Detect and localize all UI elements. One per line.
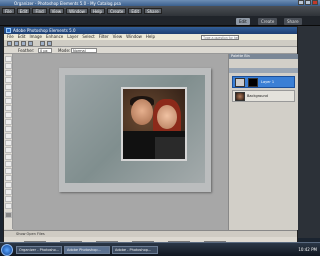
layer-thumbnail <box>235 92 245 101</box>
magic-wand-tool-icon[interactable] <box>5 98 12 104</box>
close-button[interactable] <box>312 0 318 5</box>
options-bar: Feather: 0 px Mode: Normal <box>4 47 297 54</box>
undo-icon[interactable] <box>40 41 45 46</box>
window-controls <box>298 0 318 5</box>
red-eye-tool-icon[interactable] <box>5 133 12 139</box>
document-canvas[interactable] <box>59 68 211 192</box>
toolbox <box>4 54 13 229</box>
hand-tool-icon[interactable] <box>5 70 12 76</box>
app-icon <box>6 28 11 33</box>
toolbar-window[interactable]: Window <box>66 8 88 14</box>
tab-create[interactable]: Create <box>258 18 278 25</box>
start-button[interactable] <box>1 244 13 256</box>
mode-label: Mode: <box>58 48 71 53</box>
paint-bucket-icon[interactable] <box>5 175 12 181</box>
blur-tool-icon[interactable] <box>5 196 12 202</box>
open-icon[interactable] <box>14 41 19 46</box>
toolbar-create[interactable]: Create <box>107 8 127 14</box>
canvas-area[interactable] <box>13 54 228 230</box>
crop-tool-icon[interactable] <box>5 119 12 125</box>
mode-select[interactable]: Normal <box>71 48 97 53</box>
desktop: Organizer - Photoshop Elements 5.0 - My … <box>0 0 320 256</box>
lasso-tool-icon[interactable] <box>5 91 12 97</box>
photoshop-title: Adobe Photoshop Elements 5.0 <box>13 28 76 33</box>
toolbar-help[interactable]: Help <box>89 8 106 14</box>
layer-row-background[interactable]: Background <box>232 90 295 102</box>
layer-row-selected[interactable]: Layer 1 <box>232 76 295 88</box>
organizer-title: Organizer - Photoshop Elements 5.0 - My … <box>14 0 121 6</box>
minimize-button[interactable] <box>298 0 304 5</box>
shortcuts-bar <box>4 40 297 47</box>
taskbar: Organizer - Photosho... Adobe Photoshop.… <box>0 242 320 256</box>
eraser-tool-icon[interactable] <box>5 154 12 160</box>
taskbar-item[interactable]: Adobe Photoshop... <box>64 246 110 254</box>
layer-name: Background <box>247 94 268 98</box>
shape-tool-icon[interactable] <box>5 189 12 195</box>
layer-name: Layer 1 <box>261 80 275 84</box>
toolbar-edit[interactable]: Edit <box>16 8 31 14</box>
move-tool-icon[interactable] <box>5 56 12 62</box>
new-icon[interactable] <box>7 41 12 46</box>
tab-edit[interactable]: Edit <box>236 18 250 25</box>
eyedropper-tool-icon[interactable] <box>5 77 12 83</box>
cookie-cutter-icon[interactable] <box>5 126 12 132</box>
photo-bin-bar[interactable]: Show Open Files <box>4 230 297 237</box>
toolbar-file[interactable]: File <box>2 8 15 14</box>
print-icon[interactable] <box>28 41 33 46</box>
toolbar-edit2[interactable]: Edit <box>128 8 143 14</box>
gradient-tool-icon[interactable] <box>5 182 12 188</box>
taskbar-item[interactable]: Adobe - Photoshop... <box>112 246 158 254</box>
organizer-tabs: Edit Create Share <box>0 16 320 26</box>
sponge-tool-icon[interactable] <box>5 203 12 209</box>
layer-mask-thumbnail <box>248 78 258 87</box>
feather-field[interactable]: 0 px <box>38 48 52 53</box>
layers-palette-header <box>229 68 298 73</box>
save-icon[interactable] <box>21 41 26 46</box>
healing-brush-icon[interactable] <box>5 140 12 146</box>
selection-brush-icon[interactable] <box>5 105 12 111</box>
organizer-side-panel <box>298 26 320 238</box>
zoom-tool-icon[interactable] <box>5 63 12 69</box>
toolbar-find[interactable]: Find <box>32 8 47 14</box>
layer-thumbnail <box>235 78 245 87</box>
couple-photo <box>121 87 187 161</box>
organizer-toolbar: File Edit Find View Window Help Create E… <box>0 6 320 16</box>
marquee-tool-icon[interactable] <box>5 84 12 90</box>
maximize-button[interactable] <box>305 0 311 5</box>
toolbar-share[interactable]: Share <box>144 8 162 14</box>
toolbar-view[interactable]: View <box>48 8 65 14</box>
photoshop-titlebar: Adobe Photoshop Elements 5.0 <box>4 27 297 34</box>
redo-icon[interactable] <box>47 41 52 46</box>
tab-share[interactable]: Share <box>284 18 302 25</box>
taskbar-clock: 10:42 PM <box>298 247 317 252</box>
clone-stamp-icon[interactable] <box>5 147 12 153</box>
taskbar-item[interactable]: Organizer - Photosho... <box>16 246 62 254</box>
photoshop-window: Adobe Photoshop Elements 5.0 File Edit I… <box>3 26 298 256</box>
palette-bin: Palette Bin Layer 1 Background <box>228 54 298 230</box>
palette-bin-header: Palette Bin <box>229 54 298 59</box>
pencil-tool-icon[interactable] <box>5 161 12 167</box>
foreground-color-swatch[interactable] <box>5 212 12 218</box>
feather-label: Feather: <box>18 48 35 53</box>
type-tool-icon[interactable] <box>5 112 12 118</box>
brush-tool-icon[interactable] <box>5 168 12 174</box>
